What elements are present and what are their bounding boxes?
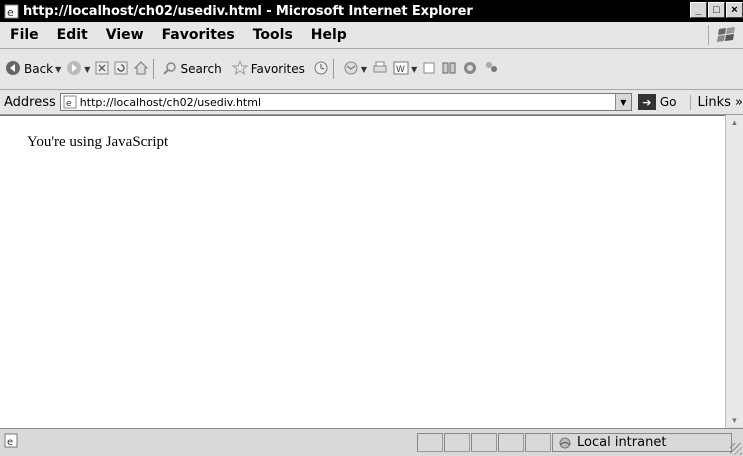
zone-label: Local intranet [577,435,667,450]
print-button[interactable] [372,61,388,78]
standard-toolbar: Back ▼ ▼ Search Favorites ▼ W ▼ [0,49,743,90]
discuss-icon [422,61,436,78]
status-cell [498,433,524,452]
page-message: You're using JavaScript [27,134,169,150]
windows-logo-icon [708,25,737,45]
history-icon [313,60,329,79]
window-controls: _ □ × [689,2,743,18]
links-button[interactable]: Links » [690,94,743,110]
status-cell [525,433,551,452]
history-button[interactable] [313,60,329,79]
research-icon [441,60,457,79]
edit-dropdown-icon[interactable]: ▼ [411,65,417,74]
go-label: Go [659,95,677,109]
status-cell [444,433,470,452]
window-title: http://localhost/ch02/usediv.html - Micr… [23,3,473,19]
resize-grip-icon[interactable] [730,443,742,455]
home-icon [133,60,149,78]
search-label: Search [180,62,222,76]
intranet-icon [557,436,573,450]
address-bar: Address e http://localhost/ch02/usediv.h… [0,90,743,115]
links-label: Links [697,94,731,110]
favorites-label: Favorites [250,62,305,76]
menu-tools[interactable]: Tools [253,27,293,43]
refresh-button[interactable] [114,61,128,78]
go-button[interactable]: ➔ Go [637,94,677,110]
browser-window: e http://localhost/ch02/usediv.html - Mi… [0,0,743,456]
forward-button[interactable]: ▼ [66,60,90,79]
maximize-button[interactable]: □ [708,2,725,18]
chevron-right-icon: » [735,94,743,110]
stop-icon [95,61,109,78]
messenger-button[interactable] [462,60,478,79]
address-label: Address [4,94,56,110]
toolbar-separator [332,59,334,79]
close-button[interactable]: × [726,2,743,18]
back-label: Back [24,62,54,76]
menu-file[interactable]: File [10,27,39,43]
vertical-scrollbar[interactable]: ▲ ▼ [725,115,743,427]
scroll-up-icon[interactable]: ▲ [726,115,743,129]
status-cell [471,433,497,452]
svg-text:e: e [66,99,72,109]
mail-icon [343,61,359,78]
star-icon [231,59,249,78]
mail-button[interactable]: ▼ [343,61,367,78]
status-bar: e Local intranet [0,428,743,456]
favorites-button[interactable]: Favorites [231,59,305,78]
buddy-button[interactable] [483,60,499,79]
printer-icon [372,61,388,78]
page-done-icon: e [4,433,19,452]
security-zone[interactable]: Local intranet [552,433,732,452]
edit-button[interactable]: W ▼ [393,61,417,78]
menu-bar: File Edit View Favorites Tools Help [0,22,743,49]
title-bar: e http://localhost/ch02/usediv.html - Mi… [0,0,743,22]
toolbar-separator [153,59,155,79]
menu-favorites[interactable]: Favorites [162,27,235,43]
refresh-icon [114,61,128,78]
home-button[interactable] [133,60,149,78]
forward-arrow-icon [66,60,82,79]
word-edit-icon: W [393,61,409,78]
page-content: You're using JavaScript [0,115,725,428]
svg-text:W: W [396,65,405,75]
back-dropdown-icon[interactable]: ▼ [55,65,61,74]
stop-button[interactable] [95,61,109,78]
minimize-button[interactable]: _ [690,2,707,18]
go-arrow-icon: ➔ [637,94,656,110]
svg-text:e: e [7,437,13,448]
status-cell [417,433,443,452]
page-icon: e [63,95,77,109]
buddy-icon [483,60,499,79]
scroll-down-icon[interactable]: ▼ [726,413,743,427]
address-input[interactable]: e http://localhost/ch02/usediv.html ▼ [59,93,632,111]
research-button[interactable] [441,60,457,79]
ie-page-icon: e [3,3,19,19]
search-button[interactable]: Search [163,61,222,78]
search-icon [163,61,177,78]
menu-view[interactable]: View [106,27,144,43]
messenger-icon [462,60,478,79]
menu-edit[interactable]: Edit [57,27,88,43]
address-dropdown-icon[interactable]: ▼ [614,94,631,110]
back-arrow-icon [5,60,21,79]
svg-text:e: e [7,6,14,19]
status-text-area: e [4,433,416,453]
address-url: http://localhost/ch02/usediv.html [79,95,262,109]
menu-help[interactable]: Help [311,27,347,43]
discuss-button[interactable] [422,61,436,78]
back-button[interactable]: Back ▼ [5,60,61,79]
mail-dropdown-icon[interactable]: ▼ [361,65,367,74]
forward-dropdown-icon[interactable]: ▼ [84,65,90,74]
